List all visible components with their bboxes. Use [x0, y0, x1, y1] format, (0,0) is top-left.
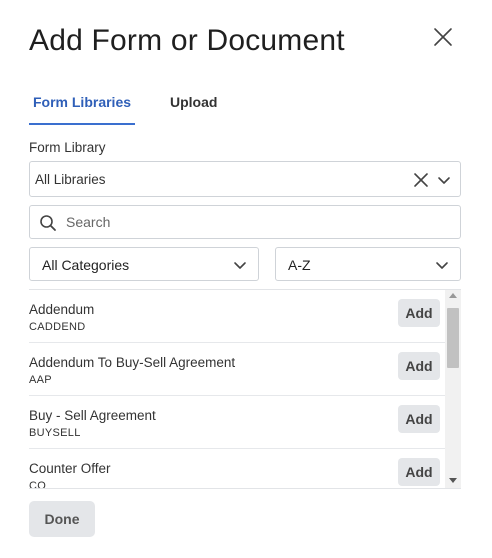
add-button[interactable]: Add — [398, 458, 440, 486]
form-code: CO — [29, 480, 47, 489]
list-item: Addendum CADDEND Add — [29, 290, 445, 343]
clear-icon[interactable] — [412, 171, 430, 189]
tab-upload[interactable]: Upload — [170, 88, 217, 125]
list-item: Counter Offer CO Add — [29, 449, 445, 489]
scroll-thumb[interactable] — [447, 308, 459, 368]
list-item: Addendum To Buy-Sell Agreement AAP Add — [29, 343, 445, 396]
add-button[interactable]: Add — [398, 299, 440, 327]
chevron-down-icon — [234, 262, 246, 269]
form-library-label: Form Library — [29, 140, 106, 155]
list-scrollbar[interactable] — [445, 290, 461, 488]
scroll-down-arrow-icon[interactable] — [449, 478, 457, 483]
dialog-title: Add Form or Document — [29, 24, 345, 57]
close-button[interactable] — [430, 24, 456, 50]
form-code: CADDEND — [29, 321, 86, 333]
form-name: Addendum To Buy-Sell Agreement — [29, 355, 236, 370]
form-name: Buy - Sell Agreement — [29, 408, 156, 423]
search-icon — [40, 215, 56, 231]
close-icon — [434, 28, 452, 46]
tab-form-libraries[interactable]: Form Libraries — [29, 88, 135, 125]
chevron-down-icon — [436, 262, 448, 269]
category-select[interactable]: All Categories — [29, 247, 259, 281]
add-button[interactable]: Add — [398, 405, 440, 433]
add-button[interactable]: Add — [398, 352, 440, 380]
form-code: AAP — [29, 374, 52, 386]
form-list: Addendum CADDEND Add Addendum To Buy-Sel… — [29, 289, 461, 489]
category-value: All Categories — [42, 257, 130, 273]
sort-value: A-Z — [288, 257, 311, 273]
search-input[interactable] — [66, 211, 446, 233]
form-name: Counter Offer — [29, 461, 111, 476]
add-form-dialog: Add Form or Document Form Libraries Uplo… — [0, 0, 492, 558]
search-box — [29, 205, 461, 239]
list-item: Buy - Sell Agreement BUYSELL Add — [29, 396, 445, 449]
form-name: Addendum — [29, 302, 95, 317]
chevron-down-icon[interactable] — [436, 172, 452, 188]
form-library-value: All Libraries — [35, 172, 106, 187]
done-button[interactable]: Done — [29, 501, 95, 537]
scroll-up-arrow-icon[interactable] — [449, 293, 457, 298]
form-library-select[interactable]: All Libraries — [29, 161, 461, 197]
form-code: BUYSELL — [29, 427, 81, 439]
sort-select[interactable]: A-Z — [275, 247, 461, 281]
